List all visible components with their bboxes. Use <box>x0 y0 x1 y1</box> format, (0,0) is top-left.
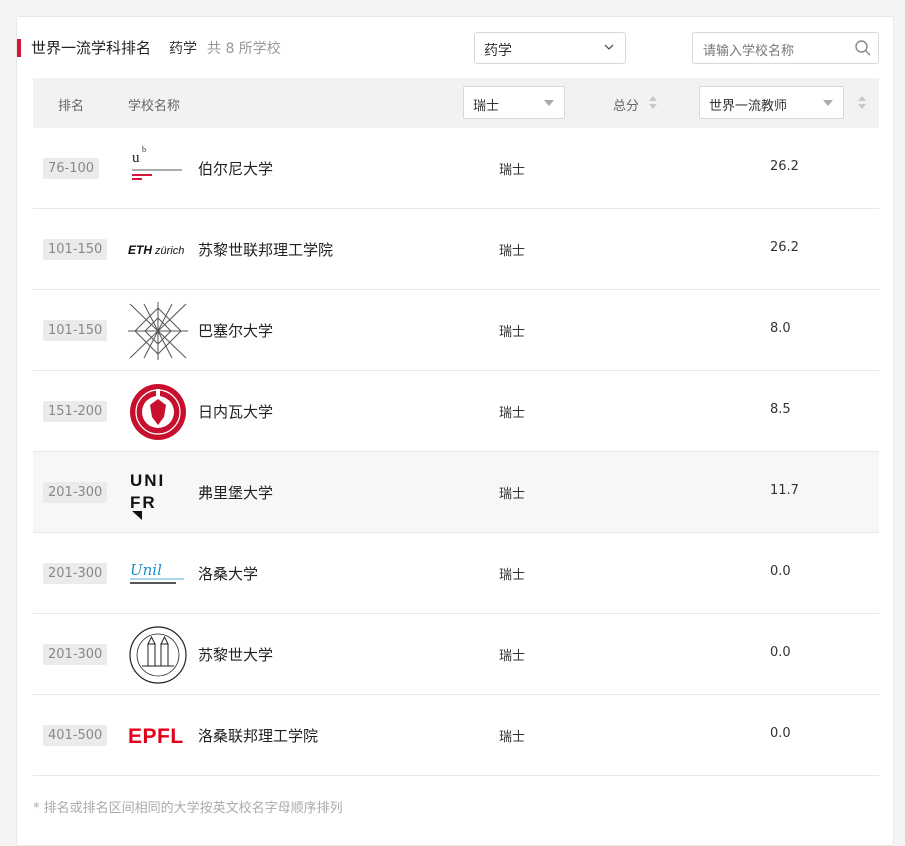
col-rank-header: 排名 <box>58 99 85 114</box>
table-row[interactable]: 151-200 日内瓦大学 瑞士 8.5 <box>33 371 879 452</box>
svg-text:Unil: Unil <box>130 561 162 579</box>
school-count: 共 8 所学校 <box>207 41 281 57</box>
table-row[interactable]: 101-150 ETH zürich 苏黎世联邦理工学院 瑞士 26.2 <box>33 209 879 290</box>
indicator-score: 26.2 <box>770 159 799 174</box>
caret-down-icon <box>544 100 554 106</box>
university-country: 瑞士 <box>499 568 526 583</box>
svg-text:u: u <box>132 150 140 166</box>
university-country: 瑞士 <box>499 325 526 340</box>
sort-total-icon[interactable] <box>649 96 657 110</box>
rank-badge: 201-300 <box>43 563 108 584</box>
indicator-score: 0.0 <box>770 726 791 741</box>
university-country: 瑞士 <box>499 406 526 421</box>
school-search-input[interactable]: 请输入学校名称 <box>692 32 879 64</box>
sort-footnote: * 排名或排名区间相同的大学按英文校名字母顺序排列 <box>33 801 343 816</box>
university-country: 瑞士 <box>499 244 526 259</box>
rank-badge: 401-500 <box>43 725 108 746</box>
svg-text:b: b <box>142 145 146 154</box>
title-accent-bar <box>17 39 21 57</box>
col-name-header: 学校名称 <box>128 99 181 114</box>
indicator-score: 11.7 <box>770 483 799 498</box>
geneva-logo <box>130 384 186 440</box>
table-header: 排名 学校名称 瑞士 总分 世界一流教师 <box>33 78 879 128</box>
svg-text:FR: FR <box>130 493 157 512</box>
indicator-score: 0.0 <box>770 645 791 660</box>
rank-badge: 201-300 <box>43 644 108 665</box>
bern-logo: u b <box>132 145 182 180</box>
rank-badge: 201-300 <box>43 482 108 503</box>
chevron-down-icon <box>604 44 614 50</box>
svg-text:zürich: zürich <box>154 245 184 257</box>
rank-badge: 151-200 <box>43 401 108 422</box>
table-row[interactable]: 201-300 UNI FR 弗里堡大学 瑞士 11.7 <box>33 452 879 533</box>
university-country: 瑞士 <box>499 649 526 664</box>
indicator-score: 8.5 <box>770 402 791 417</box>
ranking-card: 世界一流学科排名 药学 共 8 所学校 药学 请输入学校名称 排名 学校名称 瑞… <box>16 16 894 846</box>
university-name[interactable]: 洛桑联邦理工学院 <box>198 725 318 746</box>
ranking-table-body: 76-100 u b 伯尔尼大学 瑞士 26.2 101-150 ETH zür… <box>33 128 879 776</box>
university-country: 瑞士 <box>499 487 526 502</box>
subject-dropdown[interactable]: 药学 <box>474 32 626 64</box>
rank-badge: 76-100 <box>43 158 100 179</box>
university-country: 瑞士 <box>499 163 526 178</box>
subject-label: 药学 <box>169 41 197 57</box>
university-name[interactable]: 苏黎世联邦理工学院 <box>198 239 333 260</box>
table-row[interactable]: 401-500 EPFL 洛桑联邦理工学院 瑞士 0.0 <box>33 695 879 776</box>
subject-dropdown-value: 药学 <box>484 43 512 59</box>
eth-logo: ETH zürich <box>128 243 184 257</box>
table-row[interactable]: 201-300 苏黎世大学 瑞士 0.0 <box>33 614 879 695</box>
indicator-score: 26.2 <box>770 240 799 255</box>
country-filter-dropdown[interactable]: 瑞士 <box>463 86 565 119</box>
indicator-score: 8.0 <box>770 321 791 336</box>
indicator-dropdown-value: 世界一流教师 <box>709 99 788 114</box>
table-row[interactable]: 201-300 Unil 洛桑大学 瑞士 0.0 <box>33 533 879 614</box>
table-row[interactable]: 76-100 u b 伯尔尼大学 瑞士 26.2 <box>33 128 879 209</box>
table-row[interactable]: 101-150 巴塞尔大学 瑞士 8.0 <box>33 290 879 371</box>
university-name[interactable]: 苏黎世大学 <box>198 644 273 665</box>
indicator-dropdown[interactable]: 世界一流教师 <box>699 86 844 119</box>
caret-down-icon <box>823 100 833 106</box>
country-filter-value: 瑞士 <box>473 99 500 114</box>
rank-badge: 101-150 <box>43 320 108 341</box>
svg-text:EPFL: EPFL <box>128 725 184 748</box>
indicator-score: 0.0 <box>770 564 791 579</box>
sort-indicator-icon[interactable] <box>858 96 866 110</box>
university-name[interactable]: 伯尔尼大学 <box>198 158 273 179</box>
university-name[interactable]: 弗里堡大学 <box>198 482 273 503</box>
lausanne-logo: Unil <box>130 561 184 584</box>
page-title: 世界一流学科排名 <box>31 39 152 57</box>
svg-text:ETH: ETH <box>128 243 152 257</box>
rank-badge: 101-150 <box>43 239 108 260</box>
university-name[interactable]: 洛桑大学 <box>198 563 258 584</box>
search-icon[interactable] <box>854 39 872 57</box>
university-name[interactable]: 日内瓦大学 <box>198 401 273 422</box>
university-country: 瑞士 <box>499 730 526 745</box>
epfl-logo: EPFL <box>128 725 184 748</box>
basel-logo <box>128 302 188 360</box>
svg-text:UNI: UNI <box>130 471 165 490</box>
search-placeholder: 请输入学校名称 <box>703 44 795 59</box>
ranking-header: 世界一流学科排名 药学 共 8 所学校 药学 请输入学校名称 <box>17 17 895 77</box>
col-total-header[interactable]: 总分 <box>613 95 639 114</box>
zurich-logo <box>129 626 187 684</box>
university-name[interactable]: 巴塞尔大学 <box>198 320 273 341</box>
fribourg-logo: UNI FR <box>130 471 165 520</box>
